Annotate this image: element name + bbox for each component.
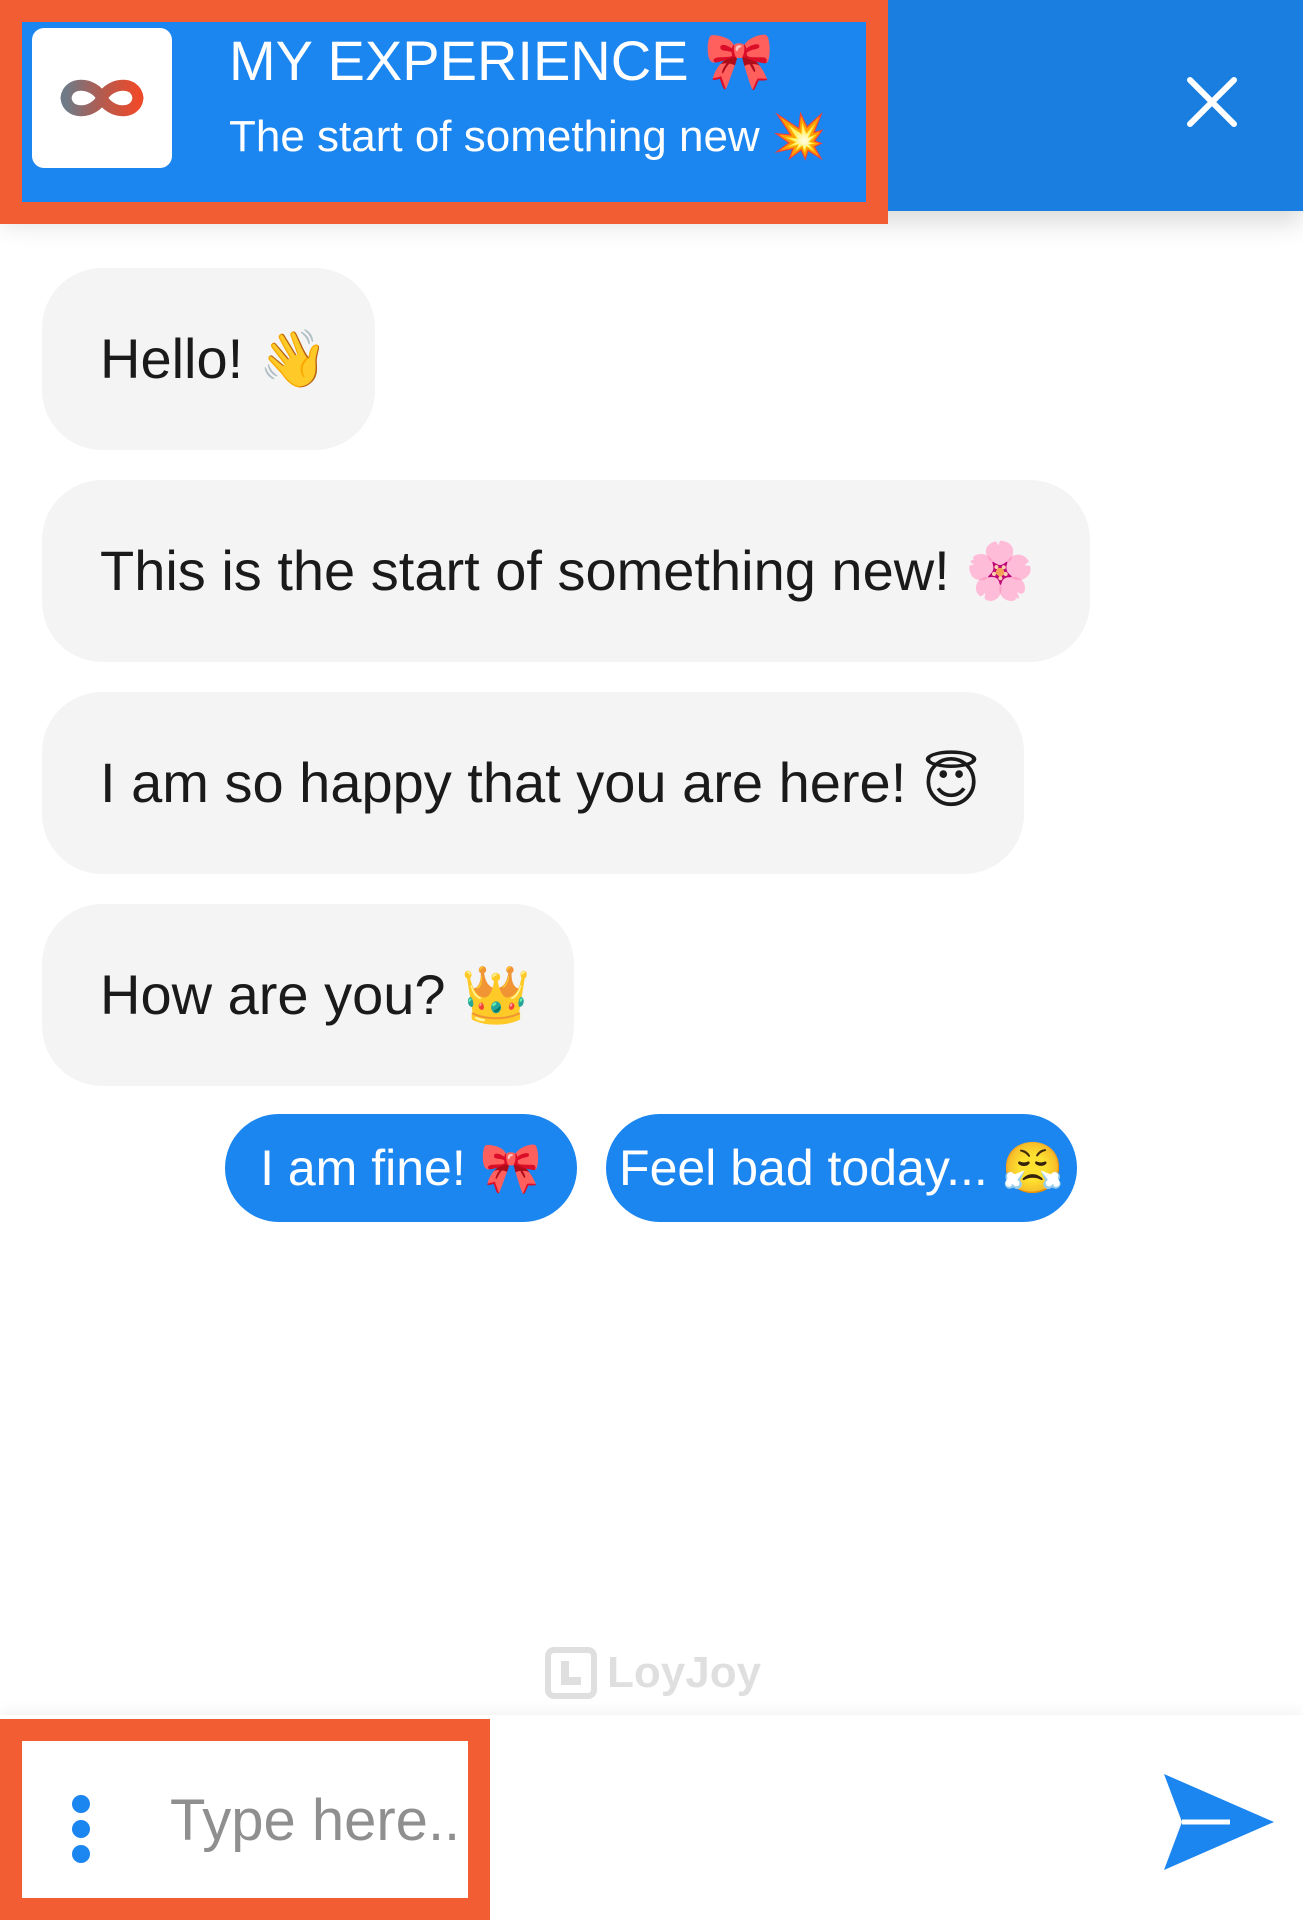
message-input[interactable]: [170, 1770, 460, 1870]
options-menu-button[interactable]: [58, 1780, 104, 1890]
send-icon: [1164, 1774, 1274, 1870]
infinity-logo-icon: [60, 79, 144, 117]
quick-reply-fine-button[interactable]: I am fine! 🎀: [225, 1114, 577, 1222]
loyjoy-logo-icon: [545, 1647, 597, 1699]
close-button[interactable]: [1170, 60, 1254, 144]
quick-reply-bad-button[interactable]: Feel bad today... 😤: [606, 1114, 1077, 1222]
brand-logo: [32, 28, 172, 168]
chat-subtitle: The start of something new 💥: [229, 112, 827, 161]
send-button[interactable]: [1160, 1770, 1280, 1874]
bot-message: Hello! 👋: [42, 268, 375, 450]
bot-message: How are you? 👑: [42, 904, 574, 1086]
vertical-dots-icon: [72, 1795, 90, 1863]
chat-title: MY EXPERIENCE 🎀: [229, 29, 774, 92]
bot-message: I am so happy that you are here! 😇: [42, 692, 1024, 874]
bot-message: This is the start of something new! 🌸: [42, 480, 1090, 662]
close-icon: [1187, 77, 1237, 127]
watermark-text: LoyJoy: [607, 1648, 762, 1697]
